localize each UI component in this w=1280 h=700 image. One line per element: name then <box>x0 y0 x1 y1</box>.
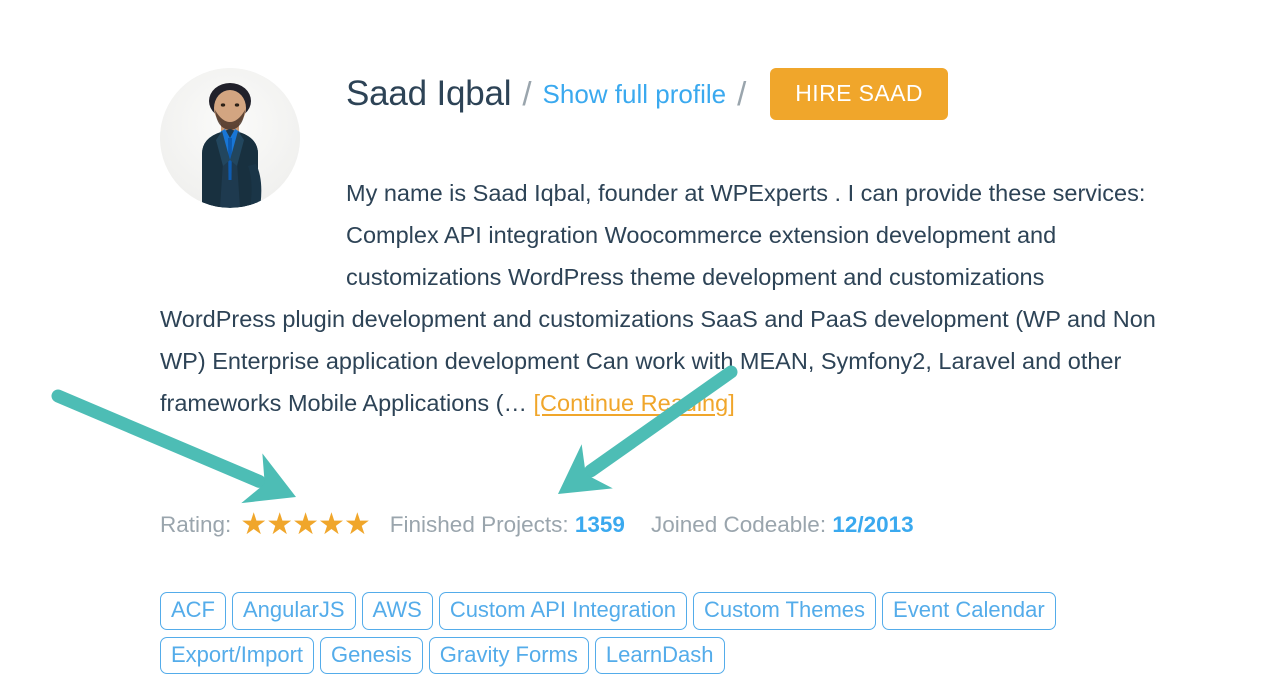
finished-projects-label: Finished Projects: <box>389 512 569 537</box>
page-title: Saad Iqbal <box>346 74 512 113</box>
skill-tag[interactable]: Export/Import <box>160 636 315 674</box>
avatar-text-wrap-spacer <box>160 172 346 258</box>
rating-stars: ★★★★★ <box>240 508 370 541</box>
continue-reading-link[interactable]: [Continue Reading] <box>534 390 735 416</box>
skill-tag-list: ACF AngularJS AWS Custom API Integration Cus… <box>160 592 1170 674</box>
skill-tag[interactable]: AWS <box>361 592 433 630</box>
skill-tag[interactable]: Genesis <box>320 636 423 674</box>
skill-tag[interactable]: ACF <box>160 592 226 630</box>
skill-tag[interactable]: AngularJS <box>232 592 356 630</box>
profile-stats: Rating: ★★★★★ Finished Projects: 1359 Jo… <box>160 510 940 540</box>
finished-projects-stat: Finished Projects: 1359 <box>390 512 625 538</box>
profile-bio: My name is Saad Iqbal, founder at WPExpe… <box>160 172 1160 424</box>
skill-tag[interactable]: Gravity Forms <box>428 636 589 674</box>
skill-tag[interactable]: Custom Themes <box>693 592 877 630</box>
hire-saad-button[interactable]: HIRE SAAD <box>770 68 948 120</box>
rating-label: Rating: <box>160 512 232 537</box>
skill-tag[interactable]: LearnDash <box>594 636 725 674</box>
skill-tag[interactable]: Event Calendar <box>882 592 1056 630</box>
finished-projects-value: 1359 <box>574 512 625 537</box>
joined-codeable-label: Joined Codeable: <box>650 512 827 537</box>
skill-tag[interactable]: Custom API Integration <box>438 592 688 630</box>
joined-codeable-value: 12/2013 <box>832 512 914 537</box>
show-full-profile-link[interactable]: Show full profile <box>543 79 727 110</box>
separator-1: / <box>522 75 532 112</box>
separator-2: / <box>737 75 747 112</box>
profile-header: Saad Iqbal / Show full profile / HIRE SA… <box>346 60 948 128</box>
joined-codeable-stat: Joined Codeable: 12/2013 <box>651 512 914 538</box>
